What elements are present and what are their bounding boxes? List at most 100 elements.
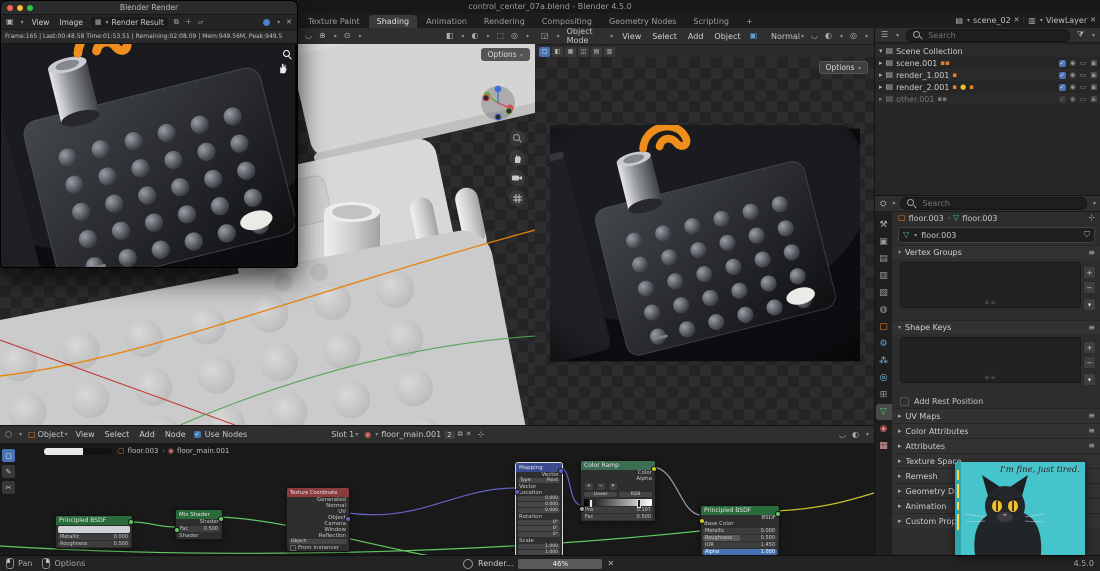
node-canvas[interactable]: ▢ ✎ ✂ ▢ floor.003 › ◉ floor_main.001 Pri…: [0, 443, 874, 556]
overlays-icon[interactable]: ◐: [825, 32, 832, 40]
material-name[interactable]: floor_main.001: [381, 430, 441, 439]
panel-menu-icon[interactable]: ≡: [1088, 323, 1095, 332]
specials-menu-button[interactable]: ▾: [1083, 373, 1096, 386]
rotation-x-field[interactable]: 0°: [518, 520, 560, 525]
menu-add[interactable]: Add: [686, 32, 706, 41]
hide-eye-icon[interactable]: ◉: [1070, 95, 1076, 103]
hide-eye-icon[interactable]: ◉: [1070, 71, 1076, 79]
datablock-name-field[interactable]: ▽ ▾ floor.003 ⛉: [898, 227, 1095, 243]
menu-image[interactable]: Image: [57, 18, 85, 27]
outliner-row-scene001[interactable]: ▸ ▤ scene.001 ▪▪ ✓ ◉ ▭ ▣: [875, 57, 1100, 69]
display-channels-icon[interactable]: [263, 18, 271, 26]
overlays-icon[interactable]: ◐: [471, 32, 478, 40]
rotation-y-field[interactable]: 0°: [518, 526, 560, 531]
shading-mode-icon[interactable]: ◎: [511, 32, 518, 40]
disable-monitor-icon[interactable]: ▭: [1080, 95, 1087, 103]
toggle-grid-button[interactable]: [509, 190, 525, 206]
outliner-search[interactable]: [906, 28, 1070, 42]
snap-icon[interactable]: ◡: [839, 430, 846, 439]
location-y-field[interactable]: 0.000: [518, 502, 560, 507]
render-camera-icon[interactable]: ▣: [1090, 95, 1097, 103]
object-field[interactable]: Object:: [289, 539, 347, 544]
outliner-row-render2[interactable]: ▸ ▤ render_2.001 ▪ ● ▪ ✓ ◉ ▭ ▣: [875, 81, 1100, 93]
shader-type-dropdown[interactable]: ▢ Object ▾: [28, 430, 68, 439]
menu-view[interactable]: View: [74, 430, 97, 439]
base-color-input-socket[interactable]: [699, 518, 705, 524]
options-dropdown[interactable]: Options ▾: [480, 48, 530, 61]
unlink-scene-icon[interactable]: ✕: [1014, 17, 1020, 24]
fac-input-slider[interactable]: Fac 0.500: [583, 514, 653, 520]
add-shape-key-button[interactable]: +: [1083, 341, 1096, 354]
base-color-swatch[interactable]: [756, 522, 776, 526]
breadcrumb-object[interactable]: floor.003: [909, 214, 944, 223]
resize-grip[interactable]: ≡≡: [984, 374, 996, 381]
filter-icon[interactable]: ⧩: [1077, 31, 1084, 39]
fac-input-socket[interactable]: [579, 506, 585, 512]
output-socket[interactable]: [218, 516, 224, 522]
datablock-name[interactable]: floor.003: [921, 231, 1080, 240]
tab-texture[interactable]: ▦: [876, 438, 892, 454]
ramp-gradient-bar[interactable]: [584, 499, 652, 508]
tab-material[interactable]: ◉: [876, 421, 892, 437]
reference-image-overlay[interactable]: I'm fine, just tired.: [955, 462, 1085, 555]
disable-monitor-icon[interactable]: ▭: [1080, 71, 1087, 79]
node-texture-coordinate[interactable]: Texture Coordinate Generated Normal UV O…: [286, 487, 351, 552]
new-image-icon[interactable]: ＋: [185, 18, 192, 26]
remove-vertex-group-button[interactable]: −: [1083, 281, 1096, 294]
node-mix-shader[interactable]: Mix Shader Shader Fac 0.500 Shader: [174, 509, 224, 540]
tab-modifiers[interactable]: ⚙: [876, 336, 892, 352]
interpolation-dropdown[interactable]: Linear: [584, 491, 617, 497]
scene-selector[interactable]: scene_02: [973, 16, 1011, 25]
render-result-window[interactable]: Blender Render ▣ ▾ View Image ▦ ▾ Render R…: [0, 0, 298, 268]
menu-view[interactable]: View: [620, 32, 643, 41]
annotate-tool[interactable]: ✎: [2, 465, 15, 478]
copy-icon[interactable]: ⧉: [458, 431, 463, 438]
panel-attributes[interactable]: ▸ Attributes ≡: [892, 438, 1100, 453]
select-box-tool[interactable]: ▢: [2, 449, 15, 462]
shape-keys-list[interactable]: ≡≡: [900, 337, 1081, 383]
vector-input-socket[interactable]: [514, 489, 520, 495]
from-instancer-row[interactable]: From Instancer: [287, 545, 349, 551]
exclude-checkbox[interactable]: ✓: [1058, 83, 1066, 91]
editor-type-icon[interactable]: ⬡: [5, 430, 12, 439]
from-instancer-checkbox[interactable]: [290, 545, 296, 551]
base-color-row[interactable]: Base Color: [701, 521, 779, 527]
roughness-slider[interactable]: Roughness 0.500: [58, 541, 130, 547]
ramp-specials-button[interactable]: ▾: [608, 481, 618, 491]
menu-object[interactable]: Object: [712, 32, 742, 41]
menu-select[interactable]: Select: [103, 430, 132, 439]
panel-color-attributes[interactable]: ▸ Color Attributes ≡: [892, 423, 1100, 438]
select-lasso-tool-button[interactable]: ◫: [578, 46, 589, 57]
add-stop-button[interactable]: +: [584, 481, 594, 491]
position-slider[interactable]: Pos 0.107: [583, 507, 653, 513]
header-value-slider[interactable]: [44, 448, 112, 455]
menu-select[interactable]: Select: [650, 32, 679, 41]
image-datablock-selector[interactable]: ▦ ▾ Render Result: [90, 16, 168, 28]
snap-magnet-icon[interactable]: ◡: [811, 32, 818, 40]
menu-view[interactable]: View: [30, 18, 52, 27]
add-rest-position-checkbox[interactable]: [900, 397, 909, 406]
tab-constraints[interactable]: ⊞: [876, 387, 892, 403]
node-principled-bsdf-a[interactable]: Principled BSDF Metallic 0.000 Roughness 0…: [55, 515, 134, 549]
tab-shading[interactable]: Shading: [368, 15, 418, 28]
hide-eye-icon[interactable]: ◉: [1070, 59, 1076, 67]
show-gizmo-icon[interactable]: ◧: [446, 32, 454, 40]
tab-scripting[interactable]: Scripting: [685, 15, 737, 28]
vertex-groups-list[interactable]: ≡≡: [900, 262, 1081, 308]
shape-keys-panel-header[interactable]: ▾ Shape Keys ≡: [892, 320, 1100, 334]
menu-node[interactable]: Node: [163, 430, 188, 439]
camera-view-button[interactable]: [509, 170, 525, 186]
disclosure-icon[interactable]: ▾: [879, 47, 883, 55]
node-principled-bsdf-b[interactable]: Principled BSDF BSDF Base Color Metallic…: [699, 505, 781, 556]
select-circle-tool-button[interactable]: ▦: [565, 46, 576, 57]
specials-menu-button[interactable]: ▾: [1083, 298, 1096, 311]
slot-dropdown[interactable]: Slot 1 ▾: [331, 430, 358, 439]
fake-user-shield-icon[interactable]: ⛉: [1084, 231, 1090, 239]
collection-badge-icon[interactable]: ▣: [749, 32, 757, 40]
ramp-stop-handle[interactable]: [637, 499, 642, 508]
cancel-render-icon[interactable]: ✕: [607, 559, 614, 568]
tab-texture-paint[interactable]: Texture Paint: [300, 15, 368, 28]
disable-monitor-icon[interactable]: ▭: [1080, 59, 1087, 67]
options-dropdown[interactable]: Options ▾: [818, 61, 868, 74]
unlink-icon[interactable]: ✕: [466, 431, 472, 438]
